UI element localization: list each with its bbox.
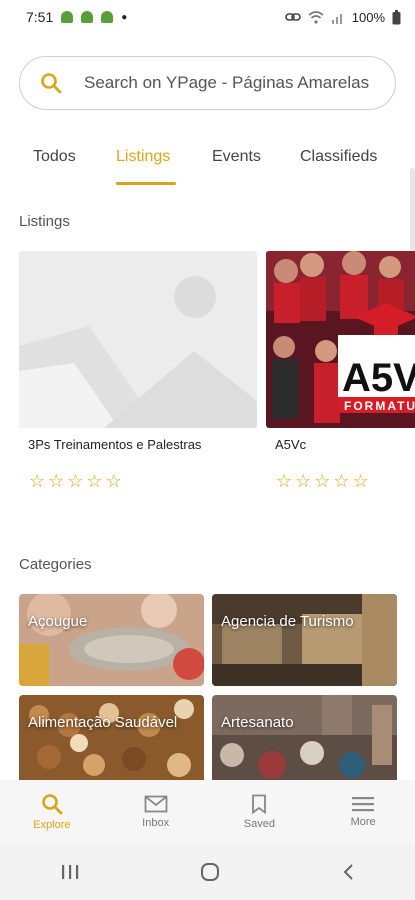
nav-saved[interactable]: Saved: [208, 780, 312, 844]
star-outline-icon: ☆: [67, 471, 84, 491]
mail-icon: [144, 795, 168, 813]
android-notification-icon: [101, 11, 114, 23]
star-outline-icon: ☆: [295, 471, 312, 491]
star-outline-icon: ☆: [29, 471, 46, 491]
nav-label: Saved: [243, 818, 275, 830]
search-input[interactable]: Search on YPage - Páginas Amarelas: [84, 73, 389, 93]
nav-explore[interactable]: Explore: [0, 780, 104, 844]
battery-icon: [392, 9, 401, 24]
category-card-alimentacao-saudavel[interactable]: Alimentação Saudável: [19, 695, 204, 787]
scroll-indicator: [410, 168, 415, 260]
back-icon[interactable]: [341, 863, 355, 881]
dot-icon: ●: [121, 11, 128, 23]
recent-apps-icon[interactable]: [60, 864, 80, 880]
star-outline-icon: ☆: [105, 471, 122, 491]
nav-label: More: [350, 816, 376, 828]
category-label: Agencia de Turismo: [221, 613, 354, 630]
tab-bar: Todos Listings Events Classifieds: [0, 138, 415, 186]
android-notification-icon: [61, 11, 74, 23]
a5vc-logo-subtext: FORMATUR: [344, 399, 415, 413]
tab-classifieds[interactable]: Classifieds: [300, 148, 377, 166]
categories-section-title: Categories: [19, 556, 92, 573]
link-icon: [284, 13, 301, 21]
listing-card[interactable]: A5Vc FORMATUR: [266, 251, 415, 428]
bottom-navigation: Explore Inbox Saved More: [0, 780, 415, 844]
home-icon[interactable]: [200, 862, 220, 882]
category-label: Artesanato: [221, 714, 294, 731]
star-outline-icon: ☆: [48, 471, 65, 491]
category-card-acougue[interactable]: Açougue: [19, 594, 204, 686]
star-rating: ☆ ☆ ☆ ☆ ☆: [276, 471, 369, 492]
status-bar: 7:51 ● 100%: [0, 0, 415, 34]
a5vc-logo-text: A5Vc: [342, 356, 415, 400]
listing-name[interactable]: 3Ps Treinamentos e Palestras: [28, 437, 201, 452]
listing-card[interactable]: [19, 251, 257, 428]
nav-inbox[interactable]: Inbox: [104, 780, 208, 844]
search-icon: [41, 73, 62, 94]
tab-todos[interactable]: Todos: [33, 148, 76, 166]
system-navigation-bar: [0, 844, 415, 900]
nav-more[interactable]: More: [311, 780, 415, 844]
status-time: 7:51: [26, 9, 54, 25]
wifi-icon: [308, 10, 324, 24]
search-bar[interactable]: Search on YPage - Páginas Amarelas: [19, 56, 396, 110]
listing-name[interactable]: A5Vc: [275, 437, 306, 452]
star-outline-icon: ☆: [86, 471, 103, 491]
star-outline-icon: ☆: [333, 471, 350, 491]
category-label: Açougue: [28, 613, 88, 630]
status-left: 7:51 ●: [26, 9, 127, 25]
category-card-artesanato[interactable]: Artesanato: [212, 695, 397, 787]
search-icon: [42, 794, 63, 815]
star-outline-icon: ☆: [314, 471, 331, 491]
signal-icon: [331, 13, 342, 24]
menu-icon: [352, 797, 375, 812]
category-label: Alimentação Saudável: [28, 714, 178, 731]
image-placeholder-icon: [19, 251, 257, 428]
star-outline-icon: ☆: [276, 471, 293, 491]
android-notification-icon: [81, 11, 94, 23]
active-tab-indicator: [116, 182, 176, 185]
status-right: 100%: [284, 9, 401, 25]
category-card-agencia-de-turismo[interactable]: Agencia de Turismo: [212, 594, 397, 686]
star-outline-icon: ☆: [352, 471, 369, 491]
tab-listings[interactable]: Listings: [116, 148, 170, 166]
star-rating: ☆ ☆ ☆ ☆ ☆: [29, 471, 122, 492]
nav-label: Explore: [33, 819, 71, 831]
tab-events[interactable]: Events: [212, 148, 261, 166]
listings-section-title: Listings: [19, 213, 70, 230]
nav-label: Inbox: [142, 817, 170, 829]
listing-image: A5Vc FORMATUR: [266, 251, 415, 428]
battery-level: 100%: [351, 9, 385, 25]
bookmark-icon: [252, 794, 267, 814]
